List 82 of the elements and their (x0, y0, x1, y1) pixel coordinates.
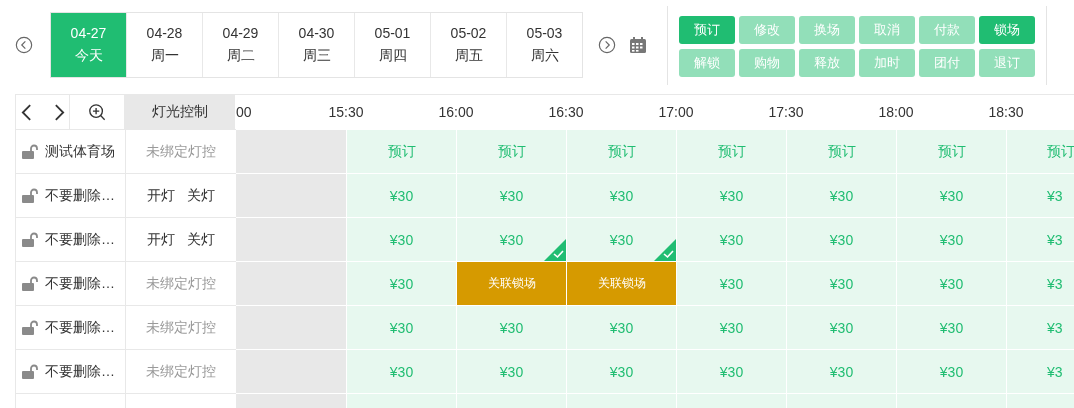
venue-name: 不要删除… (45, 230, 115, 249)
time-slot[interactable]: ¥30 (786, 349, 896, 393)
time-slot[interactable]: 预订 (896, 129, 1006, 173)
time-slot[interactable]: ¥30 (456, 217, 566, 261)
time-slot[interactable]: 预订 (786, 129, 896, 173)
time-label: 00 (236, 104, 253, 120)
time-slot[interactable]: ¥30 (676, 305, 786, 349)
time-slot[interactable]: ¥30 (566, 349, 676, 393)
time-slot[interactable]: 预订 (566, 129, 676, 173)
padlock-icon[interactable] (21, 363, 39, 380)
venue-name: 不要删除… (45, 318, 115, 337)
column-header: 灯光控制 (125, 95, 235, 129)
time-slot[interactable]: ¥30 (346, 173, 456, 217)
date-tab[interactable]: 04-30 周三 (278, 12, 354, 77)
light-status: 未绑定灯控 (146, 362, 216, 381)
padlock-icon[interactable] (21, 275, 39, 292)
time-slot[interactable]: 预订 (346, 129, 456, 173)
time-slot[interactable]: ¥30 (786, 261, 896, 305)
time-slot[interactable]: ¥30 (346, 305, 456, 349)
date-tab[interactable]: 04-28 周一 (126, 12, 202, 77)
locked-slot[interactable]: 关联锁场 (566, 261, 676, 305)
date-tab[interactable]: 05-01 周四 (354, 12, 430, 77)
date-tab[interactable]: 05-02 周五 (430, 12, 506, 77)
time-slot[interactable]: ¥30 (896, 349, 1006, 393)
time-slot[interactable]: ¥30 (456, 305, 566, 349)
time-slot[interactable]: ¥30 (896, 173, 1006, 217)
time-label: 17:00 (657, 104, 695, 120)
padlock-icon[interactable] (21, 319, 39, 336)
action-button[interactable]: 预订 (679, 16, 735, 44)
time-slot[interactable]: ¥3 (1006, 305, 1074, 349)
venue-name: 不要删除… (45, 362, 115, 381)
venue-name: 不要删除… (45, 186, 115, 205)
time-slot[interactable]: ¥30 (566, 305, 676, 349)
time-slot[interactable]: ¥30 (896, 217, 1006, 261)
time-slot[interactable]: ¥3 (1006, 173, 1074, 217)
time-slot[interactable]: ¥30 (456, 173, 566, 217)
time-slot[interactable]: ¥30 (346, 217, 456, 261)
venue-name: 测试体育场 (45, 142, 115, 161)
time-label: 18:30 (987, 104, 1025, 120)
time-slot[interactable]: 预订 (676, 129, 786, 173)
time-label: 18:00 (877, 104, 915, 120)
time-slot[interactable]: ¥30 (676, 173, 786, 217)
locked-slot[interactable]: 关联锁场 (456, 261, 566, 305)
date-tab[interactable]: 04-27 今天 (51, 12, 126, 77)
lights-on-link[interactable]: 开灯 (147, 230, 175, 249)
time-slot[interactable]: 预订 (456, 129, 566, 173)
zoom-in-icon[interactable] (88, 103, 106, 121)
time-label: 17:30 (767, 104, 805, 120)
time-slot[interactable]: ¥30 (786, 173, 896, 217)
time-slot[interactable]: ¥3 (1006, 261, 1074, 305)
time-label: 16:30 (547, 104, 585, 120)
time-slot[interactable]: ¥30 (346, 261, 456, 305)
light-status: 未绑定灯控 (146, 274, 216, 293)
padlock-icon[interactable] (21, 187, 39, 204)
lights-off-link[interactable]: 关灯 (187, 186, 215, 205)
lights-on-link[interactable]: 开灯 (147, 186, 175, 205)
date-tab[interactable]: 05-03 周六 (506, 12, 582, 77)
time-label: 16:00 (437, 104, 475, 120)
padlock-icon[interactable] (21, 143, 39, 160)
time-slot[interactable]: ¥30 (786, 217, 896, 261)
time-slot[interactable]: ¥30 (676, 349, 786, 393)
time-slot[interactable]: ¥30 (676, 217, 786, 261)
padlock-icon[interactable] (21, 231, 39, 248)
time-slot[interactable]: ¥30 (566, 217, 676, 261)
time-slot[interactable]: ¥30 (896, 305, 1006, 349)
time-label: 15:30 (327, 104, 365, 120)
light-status: 未绑定灯控 (146, 318, 216, 337)
time-slot[interactable]: ¥3 (1006, 217, 1074, 261)
time-slot[interactable]: ¥3 (1006, 349, 1074, 393)
light-status: 未绑定灯控 (146, 142, 216, 161)
lights-off-link[interactable]: 关灯 (187, 230, 215, 249)
date-tab[interactable]: 04-29 周二 (202, 12, 278, 77)
venue-name: 不要删除… (45, 274, 115, 293)
time-slot[interactable]: ¥30 (896, 261, 1006, 305)
time-slot[interactable]: ¥30 (566, 173, 676, 217)
calendar-icon[interactable] (629, 35, 647, 54)
time-slot[interactable]: ¥30 (456, 349, 566, 393)
time-slot[interactable]: ¥30 (676, 261, 786, 305)
time-slot[interactable]: ¥30 (786, 305, 896, 349)
time-slot[interactable]: ¥30 (346, 349, 456, 393)
action-button[interactable]: 锁场 (979, 16, 1035, 44)
time-slot[interactable]: 预订 (1006, 129, 1074, 173)
